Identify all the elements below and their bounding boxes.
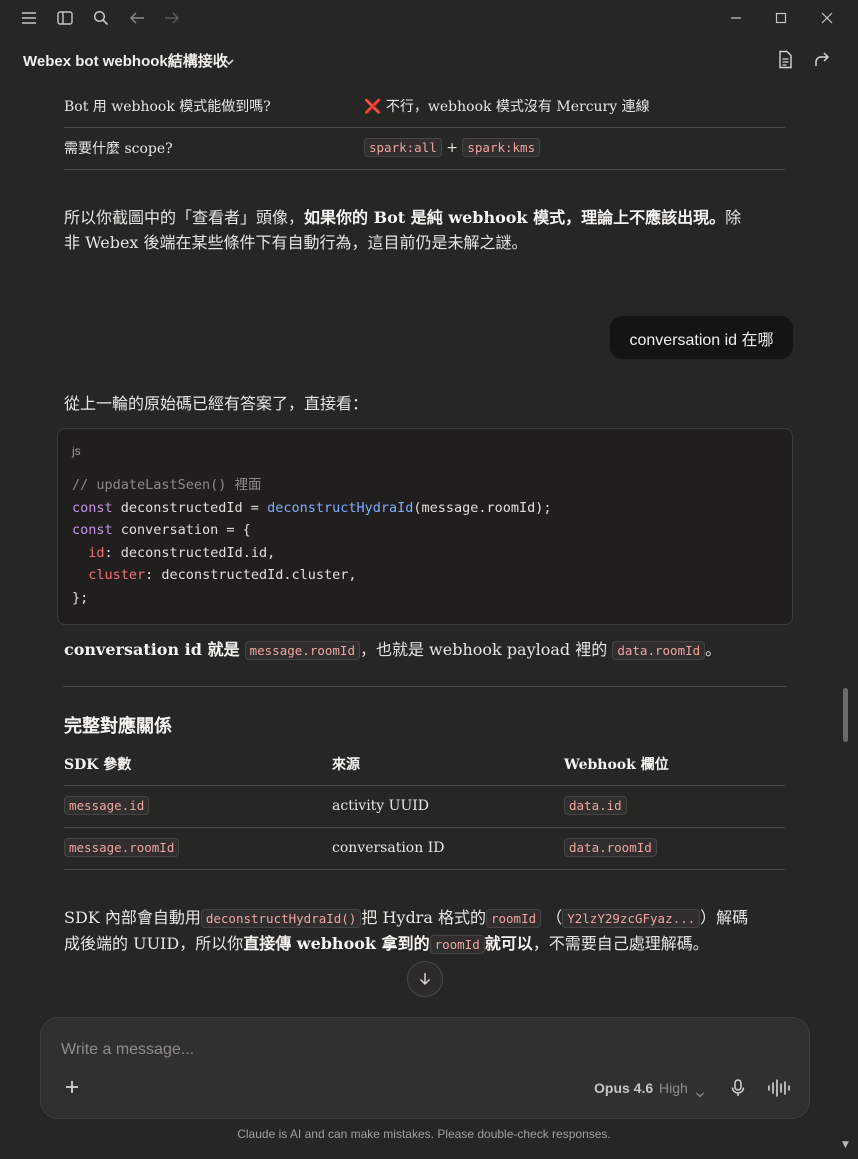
share-icon[interactable] [813,50,831,72]
bold-text: 就可以 [484,934,533,953]
disclaimer-text: Claude is AI and can make mistakes. Plea… [237,1127,611,1141]
code-text: (message.roomId); [413,499,552,516]
code-language-label: js [72,444,81,458]
divider [63,686,787,687]
table-cell-value: spark:all + spark:kms [364,127,785,170]
code-block: js // updateLastSeen() 裡面 const deconstru… [57,428,793,625]
code-keyword: const [72,522,113,539]
scroll-to-bottom-button[interactable] [407,961,443,997]
text: 把 Hydra 格式的 [361,908,486,927]
feature-table: Bot 用 webhook 模式能做到嗎? ❌ 不行，webhook 模式沒有 … [64,86,785,170]
window-titlebar [0,0,858,36]
bold-text: 如果你的 Bot 是純 webhook 模式，理論上不應該出現。 [304,208,726,227]
message-list[interactable]: Bot 用 webhook 模式能做到嗎? ❌ 不行，webhook 模式沒有 … [0,84,840,1016]
maximize-icon[interactable] [770,8,792,28]
inline-code: deconstructHydraId() [200,909,362,928]
table-cell: message.id [64,785,332,828]
inline-code: spark:kms [462,138,541,157]
voice-waveform-icon[interactable] [767,1078,791,1102]
assistant-paragraph: 從上一輪的原始碼已經有答案了，直接看： [64,394,369,413]
table-cell: activity UUID [332,785,564,828]
code-content: // updateLastSeen() 裡面 const deconstructe… [72,474,552,610]
inline-code: message.id [64,796,150,815]
bold-text: 直接傳 webhook 拿到的 [243,934,430,953]
table-cell-value: ❌ 不行，webhook 模式沒有 Mercury 連線 [364,86,785,128]
table-row: 需要什麼 scope? spark:all + spark:kms [64,127,785,170]
cross-mark-icon: ❌ [364,99,382,116]
close-icon[interactable] [816,8,838,28]
table-row: Bot 用 webhook 模式能做到嗎? ❌ 不行，webhook 模式沒有 … [64,86,785,128]
inline-code: spark:all [364,138,442,157]
code-keyword: const [72,499,113,516]
text: 。 [705,640,722,659]
user-message-bubble: conversation id 在哪 [610,316,793,359]
search-icon[interactable] [90,8,112,28]
table-header-row: SDK 參數 來源 Webhook 欄位 [64,744,785,786]
scrollbar-thumb[interactable] [843,688,848,742]
document-icon[interactable] [777,50,794,73]
arrow-left-icon[interactable] [126,8,148,28]
text: SDK 內部會自動用 [64,908,201,927]
table-cell: data.id [564,785,785,828]
chevron-down-icon[interactable] [695,1084,705,1103]
message-input[interactable] [61,1036,661,1064]
minimize-icon[interactable] [725,8,747,28]
table-header: 來源 [332,744,564,786]
section-heading: 完整對應關係 [64,716,172,737]
mic-icon[interactable] [729,1078,747,1102]
inline-code: message.roomId [64,838,180,857]
code-property: id [88,544,105,561]
chevron-down-icon[interactable] [223,52,235,71]
table-cell: message.roomId [64,827,332,870]
text: ，也就是 webhook payload 裡的 [359,640,608,659]
mapping-table: SDK 參數 來源 Webhook 欄位 message.id activity… [64,744,785,870]
table-value-text: 不行，webhook 模式沒有 Mercury 連線 [385,99,650,116]
user-message-text: conversation id 在哪 [629,331,774,349]
code-property: cluster [88,567,146,584]
table-cell: data.roomId [564,827,785,870]
table-cell: conversation ID [332,827,564,870]
table-header: Webhook 欄位 [564,744,785,786]
inline-code: roomId [485,909,542,928]
table-cell-label: 需要什麼 scope? [64,127,364,170]
inline-code: Y2lzY29zcGFyaz... [562,909,701,928]
code-text: }; [72,589,89,606]
inline-code: message.roomId [244,641,360,660]
inline-code: data.roomId [564,838,657,857]
arrow-down-icon [419,973,431,986]
message-composer: Opus 4.6 High [40,1017,810,1119]
table-row: message.roomId conversation ID data.room… [64,827,785,870]
text: ，不需要自己處理解碼。 [532,934,709,953]
plus-icon[interactable] [63,1078,81,1100]
inline-code: data.roomId [612,641,706,660]
text: 所以你截圖中的「查看者」頭像， [64,208,305,227]
code-text: conversation = { [112,522,251,539]
text: （ [546,908,563,927]
code-text: : deconstructedId.cluster, [145,567,357,584]
inline-code: roomId [429,935,485,954]
plus-text: + [446,140,458,156]
effort-selector[interactable]: High [659,1080,688,1096]
scrollbar-track[interactable] [840,84,858,1159]
code-text: deconstructedId = [112,499,268,516]
sidebar-icon[interactable] [54,8,76,28]
code-comment: // updateLastSeen() 裡面 [72,477,262,493]
scroll-down-arrow-icon[interactable]: ▼ [842,1140,849,1150]
bold-text: conversation id 就是 [64,640,240,659]
conversation-header: Webex bot webhook結構接收 [0,36,858,84]
table-row: message.id activity UUID data.id [64,785,785,828]
assistant-paragraph: conversation id 就是 message.roomId ，也就是 we… [64,637,721,663]
table-cell-label: Bot 用 webhook 模式能做到嗎? [64,86,364,128]
code-function: deconstructHydraId [267,499,414,516]
assistant-paragraph: 所以你截圖中的「查看者」頭像，如果你的 Bot 是純 webhook 模式，理論… [64,205,754,255]
assistant-paragraph: SDK 內部會自動用 deconstructHydraId() 把 Hydra 格式… [64,905,764,957]
code-text: : deconstructedId.id, [104,544,276,561]
menu-icon[interactable] [18,8,40,28]
model-selector[interactable]: Opus 4.6 [594,1080,653,1096]
arrow-right-icon[interactable] [161,8,183,28]
conversation-title[interactable]: Webex bot webhook結構接收 [23,50,228,71]
table-header: SDK 參數 [64,744,332,786]
inline-code: data.id [564,796,627,815]
